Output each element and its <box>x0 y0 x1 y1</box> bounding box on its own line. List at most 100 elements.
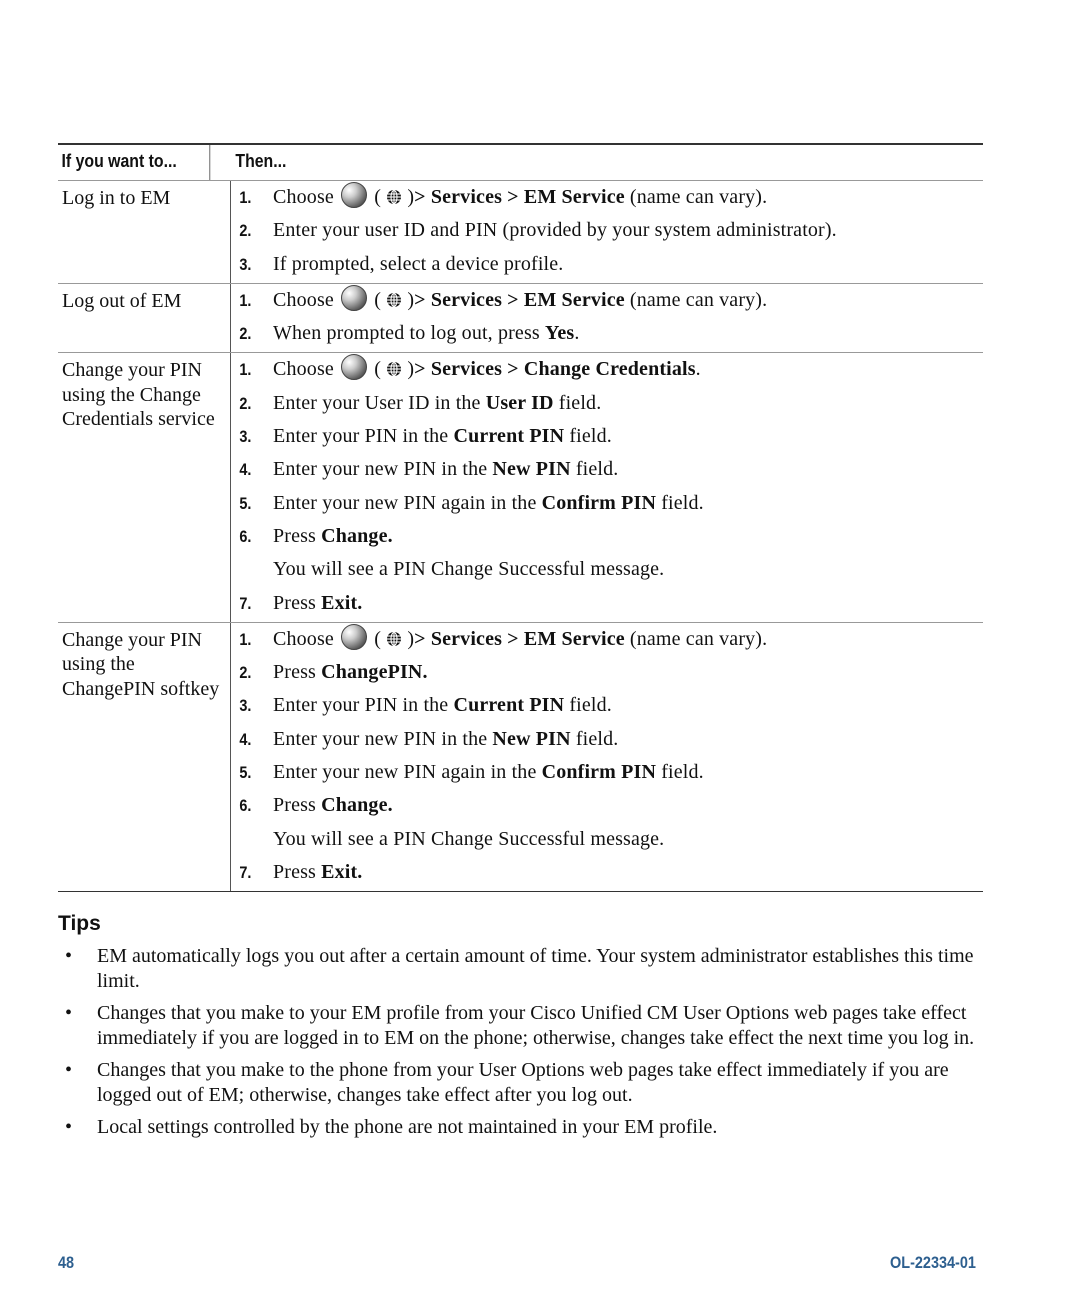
step-number: 2. <box>239 221 252 241</box>
step-text: Press Change. <box>273 789 393 822</box>
step-item: 6. Press Change. <box>236 789 983 822</box>
header-steps: Then... <box>235 151 287 171</box>
step-text: Enter your new PIN again in the Confirm … <box>273 756 704 789</box>
applications-button-icon <box>341 284 368 311</box>
step-bold: > Services > Change Credentials <box>414 358 696 381</box>
step-text: Choose ( )> Services > EM Service (name … <box>273 181 767 214</box>
step-bold: Yes <box>544 322 575 345</box>
bullet-icon: • <box>65 1059 73 1081</box>
step-text: Enter your new PIN again in the Confirm … <box>273 487 704 520</box>
globe-icon <box>386 286 402 307</box>
step-text: Enter your new PIN in the New PIN field. <box>273 723 618 756</box>
tips-heading: Tips <box>58 912 101 935</box>
table-header: If you want to... Then... <box>58 145 983 181</box>
step-pre: Enter your new PIN again in the <box>273 491 542 514</box>
step-number: 3. <box>239 254 252 274</box>
step-item: 5. Enter your new PIN again in the Confir… <box>236 756 983 789</box>
step-post: (name can vary). <box>624 288 768 311</box>
applications-button-icon <box>341 182 368 208</box>
step-text: When prompted to log out, press Yes. <box>273 317 579 350</box>
step-post: field. <box>656 491 704 514</box>
globe-icon <box>386 183 402 205</box>
step-number: 7. <box>239 862 252 882</box>
step-text: Press ChangePIN. <box>273 656 428 689</box>
step-text: Enter your PIN in the Current PIN field. <box>273 689 612 722</box>
step-number: 6. <box>239 526 252 546</box>
step-bold: Confirm PIN <box>541 491 657 514</box>
header-task: If you want to... <box>58 145 211 180</box>
step-bold: > Services > EM Service <box>414 627 625 650</box>
task-cell: Log in to EM <box>58 181 231 283</box>
step-post: (name can vary). <box>624 627 768 650</box>
table-row: Log in to EM 1. Choose ( )> Services > EM … <box>58 181 983 284</box>
step-number: 2. <box>239 324 252 344</box>
step-item: 4. Enter your new PIN in the New PIN fiel… <box>236 453 983 486</box>
table-row: Change your PIN using the Change Credent… <box>58 353 983 623</box>
step-item: 7. Press Exit. <box>236 587 983 620</box>
tip-text: Changes that you make to your EM profile… <box>97 1002 975 1049</box>
step-pre: Press <box>273 524 322 547</box>
step-pre: Enter your PIN in the <box>273 694 454 717</box>
task-cell: Change your PIN using the Change Credent… <box>58 353 231 622</box>
step-text: Choose ( )> Services > Change Credential… <box>273 353 701 386</box>
step-bold: > Services > EM Service <box>414 186 625 208</box>
step-text: Enter your User ID in the User ID field. <box>273 387 601 420</box>
step-bold: Current PIN <box>453 425 565 448</box>
step-text: Choose ( )> Services > EM Service (name … <box>273 284 767 317</box>
tip-text: Local settings controlled by the phone a… <box>97 1116 718 1138</box>
step-number: 3. <box>239 427 252 447</box>
step-post: . <box>574 322 580 345</box>
step-post: . <box>695 358 701 381</box>
step-bold: User ID <box>485 391 554 414</box>
step-bold: Change. <box>321 524 393 547</box>
step-number <box>236 823 267 856</box>
step-text: Choose ( )> Services > EM Service (name … <box>273 623 767 656</box>
applications-button-icon <box>341 623 368 650</box>
step-item: 1. Choose ( )> Services > Change Credenti… <box>236 353 983 386</box>
task-cell: Log out of EM <box>58 283 231 353</box>
doc-id: OL-22334-01 <box>890 1253 976 1272</box>
bullet-icon: • <box>65 945 73 967</box>
step-number: 4. <box>239 729 252 749</box>
tip-item: • Local settings controlled by the phone … <box>62 1115 987 1140</box>
step-number: 7. <box>239 593 252 613</box>
step-item: 3. Enter your PIN in the Current PIN fiel… <box>236 689 983 722</box>
step-post: field. <box>570 458 619 481</box>
step-pre: Choose <box>273 358 334 381</box>
step-item: 2. Press ChangePIN. <box>236 656 983 689</box>
step-item: You will see a PIN Change Successful mes… <box>236 553 983 586</box>
step-text: Enter your new PIN in the New PIN field. <box>273 453 618 486</box>
step-pre: Choose <box>273 288 334 311</box>
step-text: If prompted, select a device profile. <box>273 252 564 275</box>
step-bold: ChangePIN. <box>321 661 428 684</box>
bullet-icon: • <box>65 1002 73 1024</box>
step-number: 3. <box>239 696 252 716</box>
applications-button-icon <box>341 354 368 381</box>
step-number: 2. <box>239 663 252 683</box>
step-pre: Enter your new PIN in the <box>273 727 493 750</box>
step-number: 1. <box>239 629 252 649</box>
table-row: Change your PIN using the ChangePIN soft… <box>58 622 983 893</box>
step-item: 3. If prompted, select a device profile. <box>236 248 983 281</box>
steps-cell: 1. Choose ( )> Services > EM Service (nam… <box>231 623 983 891</box>
step-text: Enter your user ID and PIN (provided by … <box>273 219 837 242</box>
tip-item: • Changes that you make to the phone from… <box>62 1058 987 1107</box>
step-item: 3. Enter your PIN in the Current PIN fiel… <box>236 420 983 453</box>
step-pre: Choose <box>273 186 334 208</box>
step-post: field. <box>564 425 612 448</box>
step-text: Press Exit. <box>273 587 362 620</box>
tip-text: EM automatically logs you out after a ce… <box>97 945 974 992</box>
step-number: 6. <box>239 796 252 816</box>
step-item: 1. Choose ( )> Services > EM Service (nam… <box>236 623 983 656</box>
step-bold: Current PIN <box>453 694 565 717</box>
step-bold: Exit. <box>321 860 363 883</box>
step-item: You will see a PIN Change Successful mes… <box>236 823 983 856</box>
step-bold: Change. <box>321 794 393 817</box>
step-bold: New PIN <box>492 727 571 750</box>
step-number: 1. <box>239 290 252 310</box>
step-bold: New PIN <box>492 458 571 481</box>
step-item: 7. Press Exit. <box>236 856 983 889</box>
step-pre: Press <box>273 661 322 684</box>
step-pre: Enter your User ID in the <box>273 391 486 414</box>
step-item: 2. When prompted to log out, press Yes. <box>236 317 983 350</box>
